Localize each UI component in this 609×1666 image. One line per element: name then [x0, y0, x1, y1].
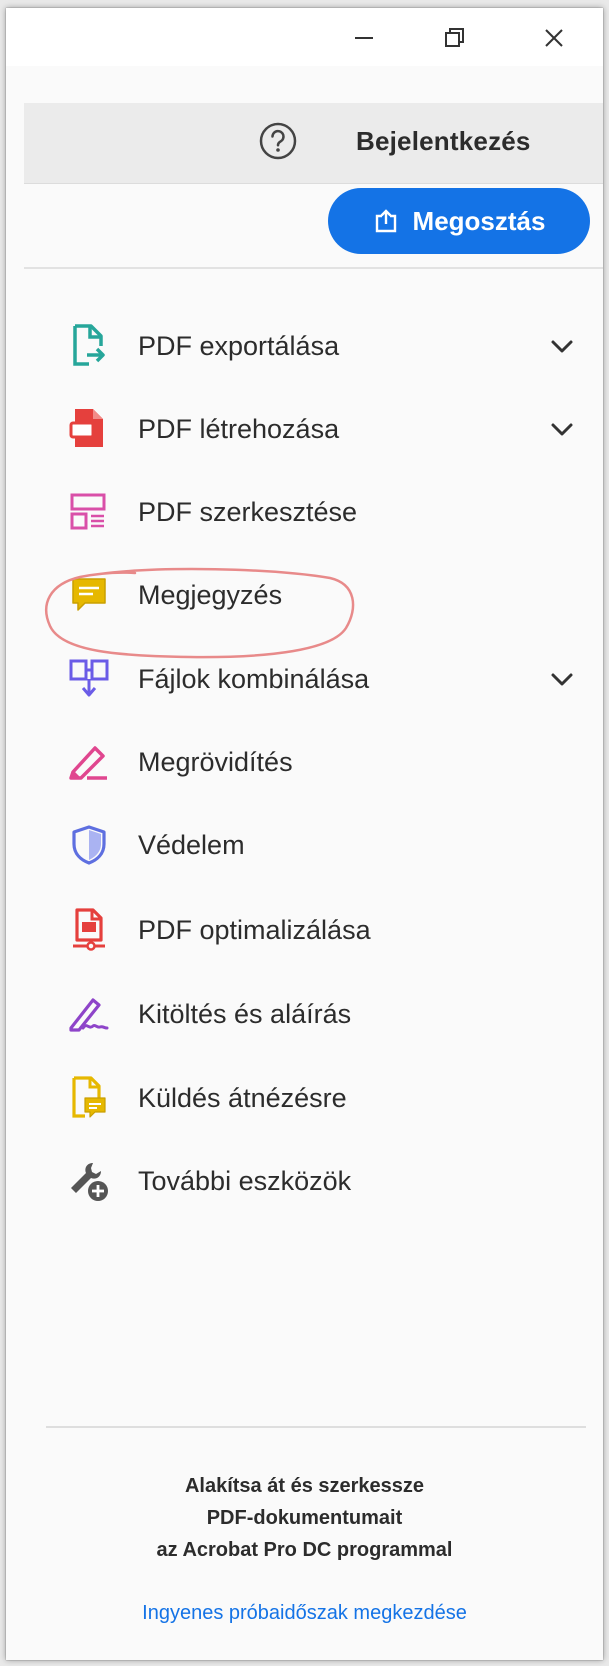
tool-redact[interactable]: Megrövidítés [66, 732, 586, 792]
title-bar [6, 8, 603, 66]
tool-optimize-pdf[interactable]: PDF optimalizálása [66, 900, 586, 960]
share-button-label: Megosztás [412, 205, 546, 236]
shield-icon [72, 825, 106, 865]
close-icon [545, 29, 563, 47]
export-pdf-icon [73, 324, 105, 366]
restore-button[interactable] [432, 18, 478, 58]
close-button[interactable] [531, 18, 577, 58]
promo-line: az Acrobat Pro DC programmal [156, 1539, 453, 1561]
chevron-down-icon[interactable] [548, 667, 576, 691]
tool-label: Védelem [138, 829, 245, 860]
help-circle-icon[interactable] [258, 121, 298, 161]
promo-line: PDF-dokumentumait [206, 1507, 403, 1529]
comment-icon [72, 578, 106, 611]
restore-icon [445, 28, 464, 47]
header-bar: Bejelentkezés [24, 103, 603, 184]
minimize-button[interactable] [341, 18, 387, 58]
tool-comment[interactable]: Megjegyzés [66, 565, 586, 625]
tool-label: További eszközök [138, 1165, 352, 1196]
fill-sign-icon [69, 998, 109, 1032]
tool-label: PDF exportálása [138, 330, 340, 361]
tool-label: Megrövidítés [138, 746, 293, 777]
redact-icon [69, 746, 107, 780]
tool-label: PDF szerkesztése [138, 496, 358, 527]
free-trial-link[interactable]: Ingyenes próbaidőszak megkezdése [6, 1602, 603, 1625]
signin-link[interactable]: Bejelentkezés [356, 126, 531, 157]
tool-create-pdf[interactable]: PDF létrehozása [66, 399, 586, 459]
tool-protect[interactable]: Védelem [66, 815, 586, 875]
acrobat-tools-panel-window: Bejelentkezés Megosztás PDF exportálása [6, 8, 603, 1660]
tool-send-review[interactable]: Küldés átnézésre [66, 1068, 586, 1128]
minimize-icon [355, 37, 373, 39]
tool-more-tools[interactable]: További eszközök [66, 1151, 586, 1211]
divider [46, 1426, 586, 1428]
tool-label: Megjegyzés [138, 579, 283, 610]
chevron-down-icon[interactable] [548, 334, 576, 358]
share-button[interactable]: Megosztás [328, 188, 590, 254]
tool-label: PDF létrehozása [138, 413, 340, 444]
share-upload-icon [375, 209, 396, 233]
send-review-icon [72, 1076, 106, 1118]
tool-fill-sign[interactable]: Kitöltés és aláírás [66, 984, 586, 1044]
create-pdf-icon [69, 409, 103, 447]
optimize-pdf-icon [73, 908, 105, 951]
upgrade-promo-text: Alakítsa át és szerkessze PDF-dokumentum… [6, 1470, 603, 1566]
tool-combine-files[interactable]: Fájlok kombinálása [66, 649, 586, 709]
tool-label: Küldés átnézésre [138, 1082, 347, 1113]
tool-edit-pdf[interactable]: PDF szerkesztése [66, 482, 586, 542]
tool-label: PDF optimalizálása [138, 914, 371, 945]
divider [24, 267, 603, 269]
edit-pdf-icon [70, 493, 106, 530]
tool-label: Fájlok kombinálása [138, 663, 370, 694]
combine-files-icon [69, 659, 109, 697]
chevron-down-icon[interactable] [548, 417, 576, 441]
tool-label: Kitöltés és aláírás [138, 998, 352, 1029]
tool-export-pdf[interactable]: PDF exportálása [66, 316, 586, 376]
promo-line: Alakítsa át és szerkessze [184, 1475, 425, 1497]
more-tools-icon [71, 1163, 108, 1201]
